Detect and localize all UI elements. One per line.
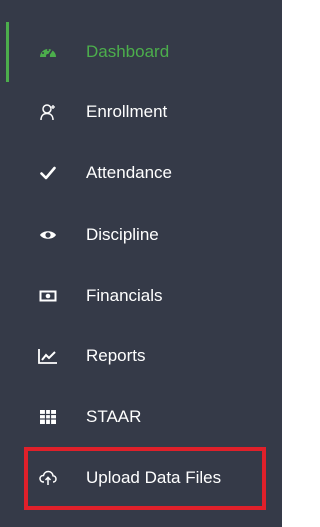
table-grid-icon [38,407,58,427]
sidebar-item-dashboard[interactable]: Dashboard [0,22,282,82]
eye-icon [38,225,58,245]
checkmark-icon [38,163,58,183]
dashboard-gauge-icon [38,42,58,62]
sidebar-item-attendance[interactable]: Attendance [0,143,282,203]
user-icon [38,102,58,122]
sidebar-item-label: Attendance [86,163,173,182]
sidebar-item-upload-data-files[interactable]: Upload Data Files [0,448,282,508]
sidebar-item-label: Enrollment [86,102,168,121]
sidebar-item-label: Dashboard [86,42,170,61]
sidebar-item-label: Upload Data Files [86,468,222,487]
sidebar-item-label: Reports [86,346,146,365]
line-chart-icon [38,346,58,366]
sidebar-item-financials[interactable]: Financials [0,266,282,326]
cloud-upload-icon [38,468,58,488]
sidebar-item-reports[interactable]: Reports [0,326,282,386]
content-edge [282,0,290,527]
sidebar-item-enrollment[interactable]: Enrollment [0,82,282,142]
money-bill-icon [38,286,58,306]
sidebar-item-label: Financials [86,286,163,305]
sidebar-item-label: Discipline [86,225,159,244]
sidebar-nav: Dashboard Enrollment Attendance Discipli… [0,0,282,527]
sidebar-item-staar[interactable]: STAAR [0,387,282,447]
sidebar-item-discipline[interactable]: Discipline [0,205,282,265]
sidebar-item-label: STAAR [86,407,142,426]
